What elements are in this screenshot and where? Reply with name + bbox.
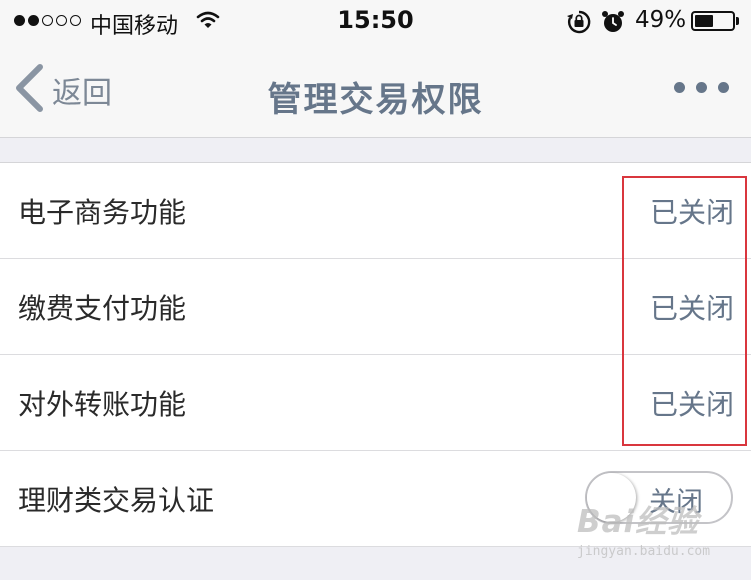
- battery-percent: 49%: [635, 7, 687, 33]
- battery-level-fill: [695, 15, 713, 27]
- more-dot: [674, 82, 685, 93]
- battery-icon: [691, 11, 739, 31]
- list-item-external-transfer[interactable]: 对外转账功能 已关闭: [0, 355, 751, 451]
- rotation-lock-icon: [566, 9, 592, 39]
- status-value: 已关闭: [649, 387, 734, 421]
- more-dot: [718, 82, 729, 93]
- list-item-label: 理财类交易认证: [18, 483, 215, 517]
- navigation-bar: 返回 管理交易权限: [0, 42, 751, 138]
- more-dot: [696, 82, 707, 93]
- status-value: 已关闭: [649, 291, 734, 325]
- more-dots-icon[interactable]: [674, 82, 729, 93]
- watermark-url: jingyan.baidu.com: [577, 544, 711, 559]
- list-item-label: 缴费支付功能: [18, 291, 187, 325]
- alarm-clock-icon: [601, 9, 625, 39]
- list-item-label: 对外转账功能: [18, 387, 187, 421]
- watermark-brand: Bai经验: [577, 504, 700, 540]
- list-item-label: 电子商务功能: [18, 195, 187, 229]
- status-value: 已关闭: [649, 195, 734, 229]
- page-title: 管理交易权限: [267, 80, 484, 120]
- status-bar: 中国移动 15:50 49%: [0, 0, 751, 42]
- list-item-ecommerce[interactable]: 电子商务功能 已关闭: [0, 163, 751, 259]
- list-item-bill-payment[interactable]: 缴费支付功能 已关闭: [0, 259, 751, 355]
- watermark: Bai经验 jingyan.baidu.com: [577, 490, 747, 570]
